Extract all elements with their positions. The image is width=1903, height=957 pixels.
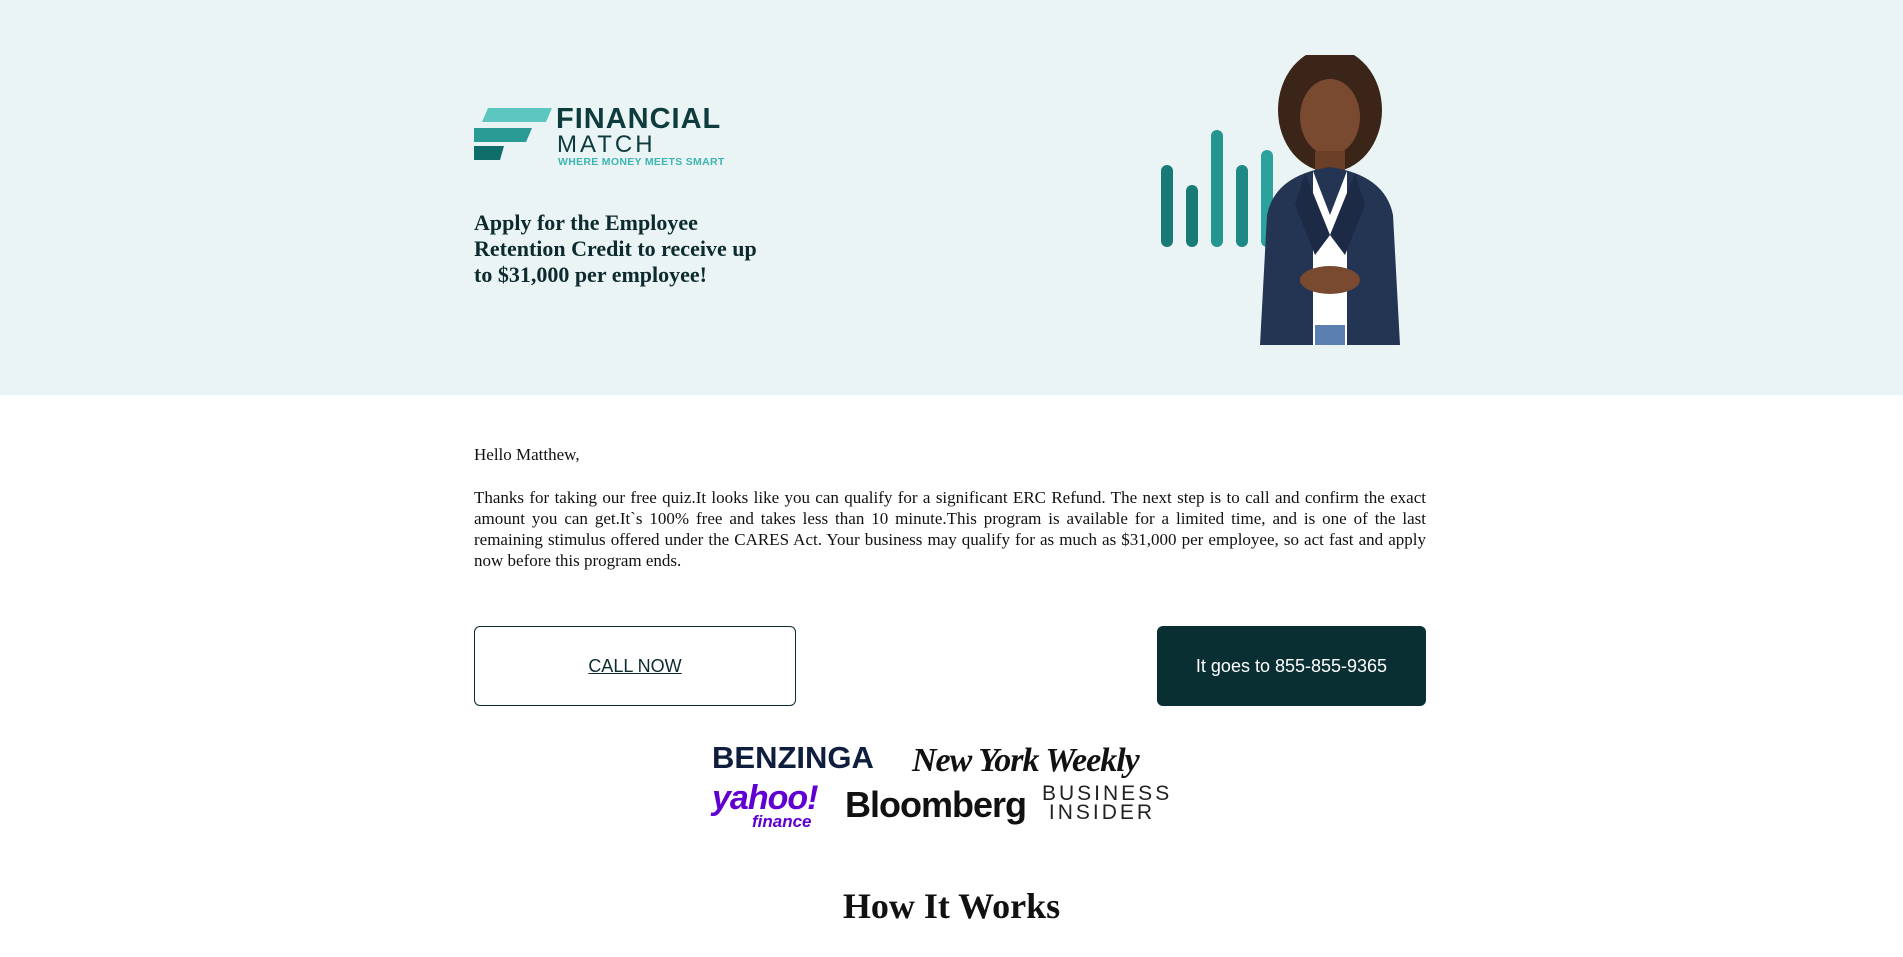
bloomberg-logo: Bloomberg — [845, 784, 1027, 825]
new-york-weekly-logo: New York Weekly — [912, 742, 1140, 779]
phone-number-button[interactable]: It goes to 855-855-9365 — [1157, 626, 1426, 706]
hero-image — [1161, 55, 1400, 345]
woman-portrait-icon — [1260, 55, 1400, 345]
logo-tagline: WHERE MONEY MEETS SMART — [558, 156, 725, 168]
hero-headline: Apply for the Employee Retention Credit … — [474, 210, 757, 287]
bar-graphic-icon — [1161, 130, 1273, 247]
benzinga-logo: BENZINGA — [712, 740, 874, 775]
call-now-button[interactable]: CALL NOW — [474, 626, 796, 706]
financial-match-logo[interactable]: FINANCIAL MATCH WHERE MONEY MEETS SMART — [474, 104, 724, 168]
body-paragraph: Thanks for taking our free quiz.It looks… — [474, 488, 1426, 570]
hero-section: FINANCIAL MATCH WHERE MONEY MEETS SMART … — [0, 0, 1903, 395]
press-logos: BENZINGA New York Weekly yahoo! finance … — [712, 740, 1172, 840]
logo-name-line2: MATCH — [557, 131, 656, 158]
greeting: Hello Matthew, — [474, 445, 580, 464]
yahoo-finance-logo: yahoo! — [712, 779, 818, 817]
business-insider-line2: INSIDER — [1048, 801, 1156, 824]
business-insider-logo: BUSINESS INSIDER — [1042, 783, 1169, 824]
logo-mark-icon — [474, 108, 552, 160]
yahoo-finance-sublabel: finance — [752, 812, 812, 831]
how-it-works-heading: How It Works — [842, 886, 1061, 926]
logo-name-line1: FINANCIAL — [556, 103, 722, 135]
